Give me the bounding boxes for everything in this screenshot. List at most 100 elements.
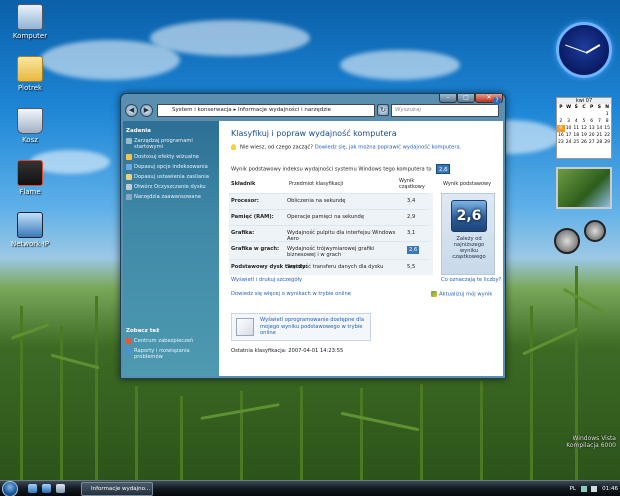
- volume-icon[interactable]: [591, 485, 598, 492]
- calendar-date[interactable]: 25: [572, 139, 580, 146]
- calendar-date[interactable]: 18: [572, 132, 580, 139]
- calendar-date[interactable]: 6: [588, 118, 596, 125]
- task-link[interactable]: Zarządzaj programami startowymi: [123, 136, 219, 152]
- improve-performance-link[interactable]: Dowiedz się, jak można poprawić wydajnoś…: [315, 145, 462, 151]
- desktop-icon-recycle-bin[interactable]: Kosz: [0, 108, 60, 144]
- task-link[interactable]: Dopasuj opcje indeksowania: [123, 162, 219, 172]
- calendar-date[interactable]: 11: [572, 125, 580, 132]
- calendar-date[interactable]: 19: [580, 132, 588, 139]
- taskbar-item-performance[interactable]: Informacje wydajno...: [81, 482, 153, 496]
- software-offer-box[interactable]: Wyświetl oprogramowanie dostępne dla moj…: [231, 313, 371, 341]
- shield-icon: [431, 291, 437, 297]
- calendar-date[interactable]: 16: [557, 132, 565, 139]
- network-tray-icon[interactable]: [580, 485, 587, 492]
- calendar-gadget[interactable]: kwi 07 PWŚCPSN 1 2 3 4 5 6 7 8 9 10 11 12 13 14 15 16 17…: [556, 97, 612, 159]
- learn-more-online-link[interactable]: Dowiedz się więcej o wynikach w trybie o…: [231, 291, 351, 297]
- cpu-meter-gadget[interactable]: [554, 228, 580, 254]
- slideshow-gadget[interactable]: [556, 167, 612, 209]
- big-score-panel: 2,6 Zależy od najniższego wyniku cząstko…: [441, 193, 495, 275]
- see-also-link[interactable]: Raporty i rozwiązania problemów: [123, 346, 219, 362]
- clock-time[interactable]: 01:46: [602, 486, 618, 492]
- what-numbers-mean-link[interactable]: Co oznaczają te liczby?: [441, 277, 501, 283]
- calendar-date[interactable]: 28: [596, 139, 604, 146]
- maximize-button[interactable]: □: [457, 94, 475, 103]
- task-icon: [126, 138, 132, 144]
- task-link[interactable]: Dostosuj efekty wizualne: [123, 152, 219, 162]
- calendar-date[interactable]: 15: [603, 125, 611, 132]
- calendar-date[interactable]: 2: [557, 118, 565, 125]
- row-subscore: 2,9: [407, 214, 416, 220]
- row-rated: Operacje pamięci na sekundę: [287, 214, 365, 220]
- switch-windows-icon[interactable]: [56, 484, 65, 493]
- calendar-date[interactable]: 26: [580, 139, 588, 146]
- task-label[interactable]: Dopasuj opcje indeksowania: [134, 164, 208, 170]
- calendar-date[interactable]: 17: [565, 132, 573, 139]
- task-icon: [126, 194, 132, 200]
- calendar-date[interactable]: 4: [572, 118, 580, 125]
- calendar-date[interactable]: 14: [596, 125, 604, 132]
- task-link[interactable]: Otwórz Oczyszczanie dysku: [123, 182, 219, 192]
- calendar-date[interactable]: 5: [580, 118, 588, 125]
- row-subscore: 2,6: [407, 246, 420, 254]
- calendar-date[interactable]: 23: [557, 139, 565, 146]
- calendar-date[interactable]: 8: [603, 118, 611, 125]
- task-label[interactable]: Narzędzia zaawansowane: [134, 194, 201, 200]
- task-icon: [126, 154, 132, 160]
- see-also-label[interactable]: Centrum zabezpieczeń: [134, 338, 193, 344]
- window-titlebar[interactable]: – □ ✕: [121, 94, 505, 103]
- update-score-label[interactable]: Aktualizuj mój wynik: [439, 292, 492, 298]
- desktop-icon-flame[interactable]: Flame: [0, 160, 60, 196]
- task-label[interactable]: Dostosuj efekty wizualne: [134, 154, 199, 160]
- calendar-date[interactable]: 13: [588, 125, 596, 132]
- forward-button[interactable]: ▶: [140, 104, 153, 117]
- row-rated: Szybkość transferu danych dla dysku: [287, 264, 384, 270]
- calendar-date[interactable]: 20: [588, 132, 596, 139]
- task-icon: [126, 184, 132, 190]
- address-crumb-2[interactable]: Informacje wydajności i narzędzie: [238, 107, 331, 113]
- calendar-date[interactable]: 9: [557, 125, 565, 132]
- help-icon[interactable]: ?: [493, 97, 501, 105]
- calendar-weekday: Ś: [574, 105, 578, 110]
- task-label[interactable]: Otwórz Oczyszczanie dysku: [134, 184, 206, 190]
- task-label[interactable]: Dopasuj ustawienia zasilania: [134, 174, 209, 180]
- minimize-button[interactable]: –: [439, 94, 457, 103]
- show-desktop-icon[interactable]: [28, 484, 37, 493]
- task-label[interactable]: Zarządzaj programami startowymi: [134, 138, 193, 150]
- search-input[interactable]: Wyszukaj: [391, 104, 499, 117]
- software-offer-link[interactable]: Wyświetl oprogramowanie dostępne dla moj…: [260, 317, 368, 337]
- calendar-date[interactable]: 27: [588, 139, 596, 146]
- calendar-date[interactable]: 22: [603, 132, 611, 139]
- calendar-date[interactable]: 12: [580, 125, 588, 132]
- header-basescore: Wynik podstawowy: [443, 181, 492, 187]
- back-button[interactable]: ◀: [125, 104, 138, 117]
- internet-explorer-icon[interactable]: [42, 484, 51, 493]
- see-also-label[interactable]: Raporty i rozwiązania problemów: [134, 348, 190, 360]
- calendar-date[interactable]: 7: [596, 118, 604, 125]
- desktop-icon-computer[interactable]: Komputer: [0, 4, 60, 40]
- start-button[interactable]: [2, 481, 18, 496]
- update-score-link[interactable]: Aktualizuj mój wynik: [431, 291, 492, 298]
- navigation-toolbar: ◀ ▶ System i konserwacja ▸ Informacje wy…: [123, 103, 503, 119]
- calendar-date[interactable]: 24: [565, 139, 573, 146]
- content-pane: ? Klasyfikuj i popraw wydajność komputer…: [219, 97, 503, 376]
- taskbar: Informacje wydajno... PL 01:46: [0, 480, 620, 496]
- desktop-icon-network[interactable]: Network-IP: [0, 212, 60, 248]
- view-print-details-link[interactable]: Wyświetl i drukuj szczegóły: [231, 277, 302, 283]
- calendar-date[interactable]: 1: [603, 111, 611, 118]
- row-rated: Wydajność trójwymiarowej grafiki bizneso…: [287, 246, 375, 258]
- calendar-date[interactable]: 29: [603, 139, 611, 146]
- calendar-date[interactable]: 10: [565, 125, 573, 132]
- brand-line-2: Kompilacja 6000: [566, 442, 616, 449]
- clock-gadget[interactable]: [556, 22, 612, 78]
- calendar-date[interactable]: 3: [565, 118, 573, 125]
- memory-meter-gadget[interactable]: [584, 220, 606, 242]
- task-link[interactable]: Narzędzia zaawansowane: [123, 192, 219, 202]
- see-also-link[interactable]: Centrum zabezpieczeń: [123, 336, 219, 346]
- desktop-icon-user-folder[interactable]: Piotrek: [0, 56, 60, 92]
- language-indicator[interactable]: PL: [570, 486, 576, 492]
- task-link[interactable]: Dopasuj ustawienia zasilania: [123, 172, 219, 182]
- refresh-button[interactable]: ↻: [377, 104, 389, 116]
- address-bar[interactable]: System i konserwacja ▸ Informacje wydajn…: [157, 104, 375, 117]
- calendar-date[interactable]: 21: [596, 132, 604, 139]
- address-crumb-1[interactable]: System i konserwacja: [172, 107, 232, 113]
